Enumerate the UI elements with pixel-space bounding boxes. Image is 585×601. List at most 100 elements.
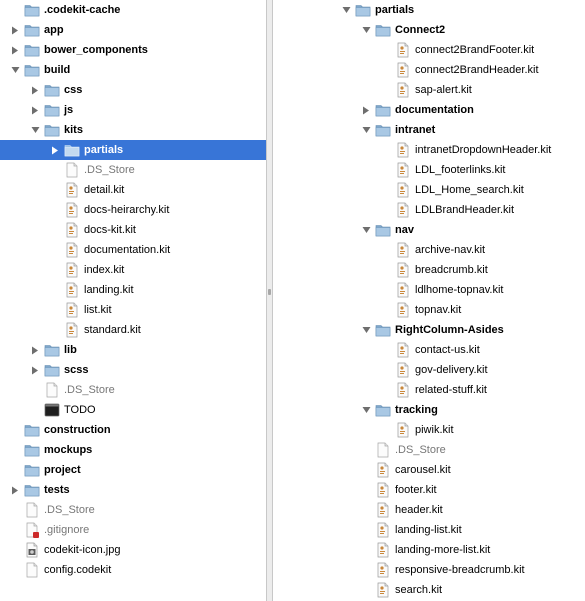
disclosure-triangle-open-icon[interactable] [341, 0, 351, 20]
file-row-landing-more-list-kit[interactable]: landing-more-list.kit [273, 540, 585, 560]
file-row-landing-kit[interactable]: landing.kit [0, 280, 266, 300]
file-row-docs-kit-kit[interactable]: docs-kit.kit [0, 220, 266, 240]
left-column-pane[interactable]: .codekit-cache app bower_componentsbuild cs… [0, 0, 266, 601]
folder-row-scss[interactable]: scss [0, 360, 266, 380]
file-row-piwik-kit[interactable]: piwik.kit [273, 420, 585, 440]
file-row-ldl-footerlinks-kit[interactable]: LDL_footerlinks.kit [273, 160, 585, 180]
folder-row-kits[interactable]: kits [0, 120, 266, 140]
file-row-intranetdropdownheader-kit[interactable]: intranetDropdownHeader.kit [273, 140, 585, 160]
folder-row-bower-components[interactable]: bower_components [0, 40, 266, 60]
disclosure-triangle-open-icon[interactable] [10, 60, 20, 80]
kit-file-icon [375, 462, 391, 478]
kit-file-icon [395, 62, 411, 78]
file-row-ds-store[interactable]: .DS_Store [0, 160, 266, 180]
disclosure-triangle-closed-icon[interactable] [30, 80, 40, 100]
file-row-list-kit[interactable]: list.kit [0, 300, 266, 320]
item-label: Connect2 [395, 24, 446, 36]
file-row-sap-alert-kit[interactable]: sap-alert.kit [273, 80, 585, 100]
file-row-contact-us-kit[interactable]: contact-us.kit [273, 340, 585, 360]
file-row-standard-kit[interactable]: standard.kit [0, 320, 266, 340]
disclosure-triangle-closed-icon[interactable] [10, 40, 20, 60]
file-row-index-kit[interactable]: index.kit [0, 260, 266, 280]
folder-row-tests[interactable]: tests [0, 480, 266, 500]
right-column-pane[interactable]: partials Connect2 connect2BrandFooter.kit c… [273, 0, 585, 601]
folder-row-connect2[interactable]: Connect2 [273, 20, 585, 40]
folder-row-construction[interactable]: construction [0, 420, 266, 440]
file-row-detail-kit[interactable]: detail.kit [0, 180, 266, 200]
folder-icon [355, 2, 371, 18]
folder-row-js[interactable]: js [0, 100, 266, 120]
disclosure-triangle-closed-icon[interactable] [30, 360, 40, 380]
file-row-header-kit[interactable]: header.kit [273, 500, 585, 520]
file-row-ds-store[interactable]: .DS_Store [0, 500, 266, 520]
item-label: tracking [395, 404, 438, 416]
disclosure-triangle-open-icon[interactable] [361, 120, 371, 140]
folder-row-build[interactable]: build [0, 60, 266, 80]
folder-row-codekit-cache[interactable]: .codekit-cache [0, 0, 266, 20]
file-row-landing-list-kit[interactable]: landing-list.kit [273, 520, 585, 540]
disclosure-triangle-open-icon[interactable] [361, 20, 371, 40]
kit-file-icon [375, 482, 391, 498]
disclosure-triangle-open-icon[interactable] [361, 400, 371, 420]
item-label: docs-kit.kit [84, 224, 136, 236]
folder-row-project[interactable]: project [0, 460, 266, 480]
file-row-ds-store[interactable]: .DS_Store [0, 380, 266, 400]
disclosure-triangle-closed-icon[interactable] [10, 20, 20, 40]
item-label: index.kit [84, 264, 125, 276]
file-row-ds-store[interactable]: .DS_Store [273, 440, 585, 460]
disclosure-triangle-closed-icon[interactable] [361, 100, 371, 120]
disclosure-triangle-open-icon[interactable] [30, 120, 40, 140]
file-row-search-kit[interactable]: search.kit [273, 580, 585, 600]
file-row-ldlbrandheader-kit[interactable]: LDLBrandHeader.kit [273, 200, 585, 220]
kit-file-icon [64, 322, 80, 338]
file-row-docs-heirarchy-kit[interactable]: docs-heirarchy.kit [0, 200, 266, 220]
disclosure-triangle-open-icon[interactable] [361, 320, 371, 340]
folder-icon [24, 2, 40, 18]
folder-icon [24, 422, 40, 438]
file-row-codekit-icon-jpg[interactable]: codekit-icon.jpg [0, 540, 266, 560]
kit-file-icon [395, 422, 411, 438]
file-row-todo[interactable]: TODO [0, 400, 266, 420]
column-splitter[interactable] [266, 0, 273, 601]
file-row-gitignore[interactable]: .gitignore [0, 520, 266, 540]
kit-file-icon [395, 182, 411, 198]
folder-row-nav[interactable]: nav [273, 220, 585, 240]
disclosure-triangle-closed-icon[interactable] [10, 480, 20, 500]
file-row-documentation-kit[interactable]: documentation.kit [0, 240, 266, 260]
kit-file-icon [64, 182, 80, 198]
file-row-connect2brandfooter-kit[interactable]: connect2BrandFooter.kit [273, 40, 585, 60]
kit-file-icon [375, 582, 391, 598]
file-row-footer-kit[interactable]: footer.kit [273, 480, 585, 500]
item-label: ldlhome-topnav.kit [415, 284, 504, 296]
folder-row-css[interactable]: css [0, 80, 266, 100]
file-row-ldl-home-search-kit[interactable]: LDL_Home_search.kit [273, 180, 585, 200]
folder-row-tracking[interactable]: tracking [273, 400, 585, 420]
disclosure-triangle-closed-icon[interactable] [50, 140, 60, 160]
file-row-topnav-kit[interactable]: topnav.kit [273, 300, 585, 320]
item-label: tests [44, 484, 70, 496]
folder-row-partials[interactable]: partials [0, 140, 266, 160]
file-row-archive-nav-kit[interactable]: archive-nav.kit [273, 240, 585, 260]
file-row-responsive-breadcrumb-kit[interactable]: responsive-breadcrumb.kit [273, 560, 585, 580]
file-row-breadcrumb-kit[interactable]: breadcrumb.kit [273, 260, 585, 280]
file-row-ldlhome-topnav-kit[interactable]: ldlhome-topnav.kit [273, 280, 585, 300]
file-row-connect2brandheader-kit[interactable]: connect2BrandHeader.kit [273, 60, 585, 80]
folder-row-documentation[interactable]: documentation [273, 100, 585, 120]
disclosure-triangle-closed-icon[interactable] [30, 340, 40, 360]
folder-row-lib[interactable]: lib [0, 340, 266, 360]
resize-grip-icon[interactable] [268, 289, 271, 295]
folder-row-mockups[interactable]: mockups [0, 440, 266, 460]
file-row-related-stuff-kit[interactable]: related-stuff.kit [273, 380, 585, 400]
folder-row-app[interactable]: app [0, 20, 266, 40]
disclosure-triangle-open-icon[interactable] [361, 220, 371, 240]
folder-row-rightcolumn-asides[interactable]: RightColumn-Asides [273, 320, 585, 340]
folder-row-intranet[interactable]: intranet [273, 120, 585, 140]
file-row-carousel-kit[interactable]: carousel.kit [273, 460, 585, 480]
item-label: bower_components [44, 44, 148, 56]
item-label: topnav.kit [415, 304, 462, 316]
disclosure-triangle-closed-icon[interactable] [30, 100, 40, 120]
item-label: css [64, 84, 83, 96]
file-row-config-codekit[interactable]: config.codekit [0, 560, 266, 580]
folder-row-partials[interactable]: partials [273, 0, 585, 20]
file-row-gov-delivery-kit[interactable]: gov-delivery.kit [273, 360, 585, 380]
